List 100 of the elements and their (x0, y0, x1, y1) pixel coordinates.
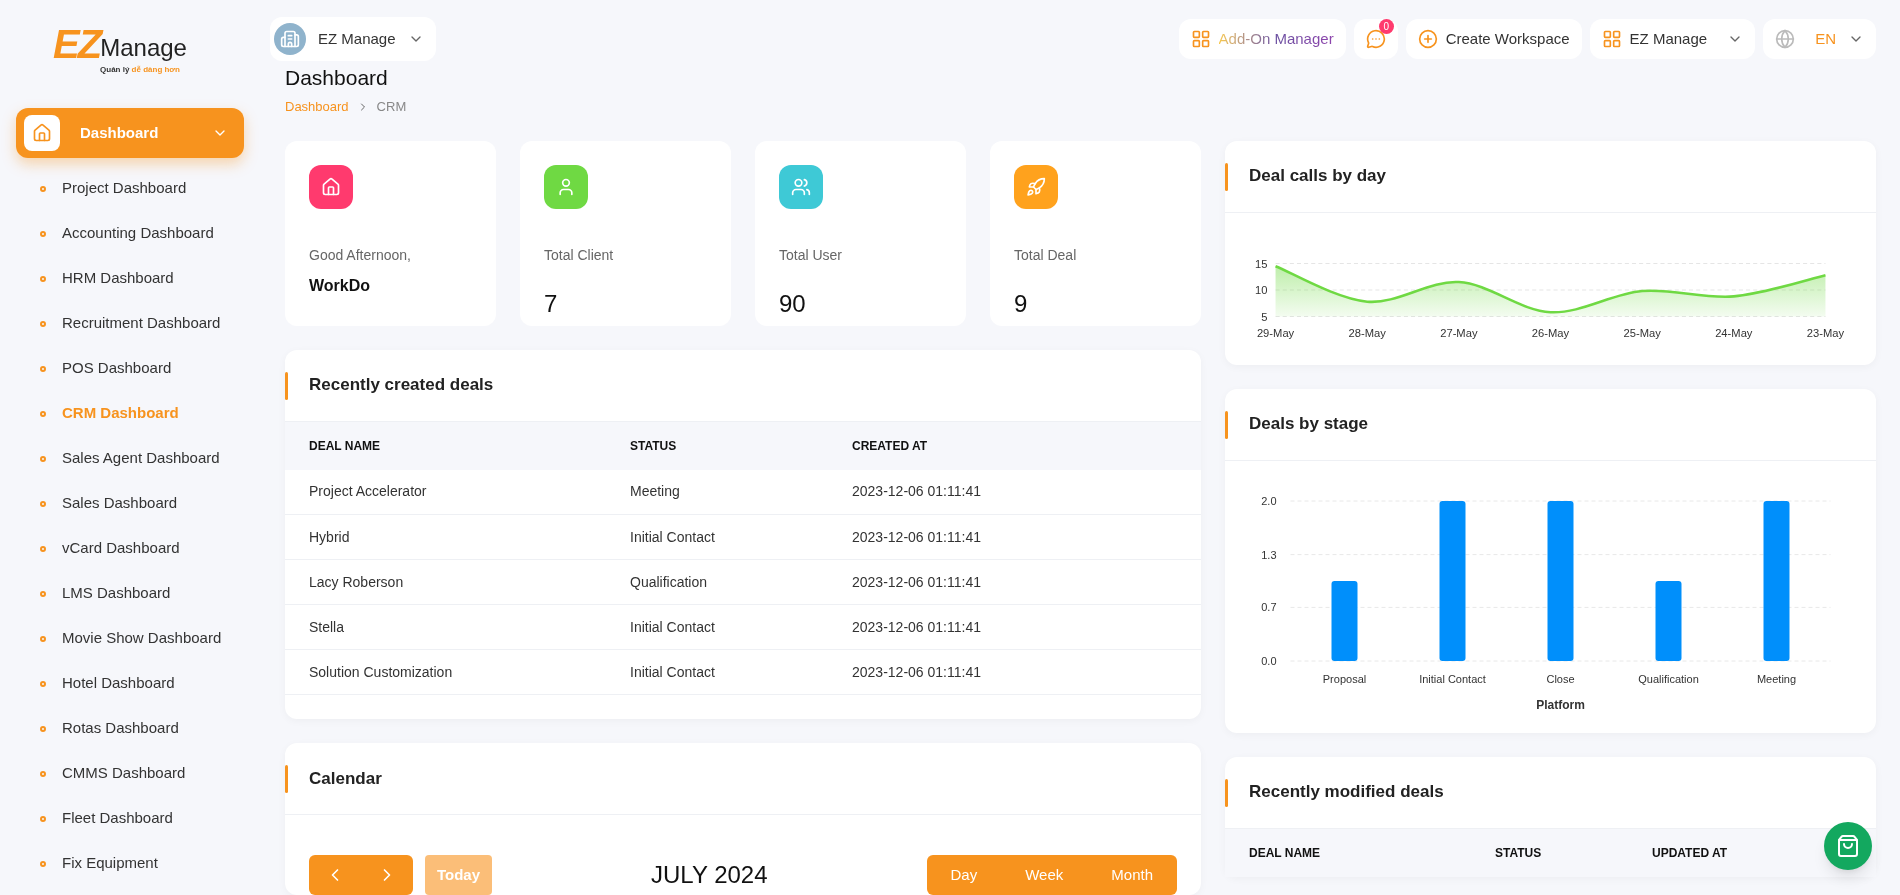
x-tick-label: 28-May (1348, 326, 1386, 339)
globe-icon (1775, 28, 1796, 49)
table-cell: Hybrid (285, 514, 630, 560)
grid-icon (1190, 28, 1211, 49)
bullet-icon (40, 275, 46, 282)
sidebar-item[interactable]: vCard Dashboard (16, 526, 244, 571)
x-tick-label: Close (1546, 672, 1575, 685)
y-tick-label: 1.3 (1261, 548, 1277, 561)
sidebar-item[interactable]: POS Dashboard (16, 346, 244, 391)
card-title: Deal calls by day (1249, 165, 1387, 188)
y-tick-label: 2.0 (1261, 494, 1277, 507)
bullet-icon (40, 635, 46, 642)
building-icon (280, 28, 300, 49)
table-cell: Initial Contact (630, 514, 852, 560)
table-cell: Solution Customization (285, 649, 630, 695)
table-cell: 2023-12-06 01:11:41 (852, 559, 1201, 605)
sidebar-item[interactable]: Accounting Dashboard (16, 211, 244, 256)
brand-logo[interactable]: EZManage Quản lý dễ dàng hơn (40, 0, 200, 108)
stat-label: Total Deal (1014, 245, 1078, 265)
card-title: Recently modified deals (1249, 781, 1444, 804)
create-workspace-button[interactable]: Create Workspace (1405, 18, 1582, 59)
logo-mark: EZ (53, 24, 101, 64)
x-tick-label: 25-May (1623, 326, 1661, 339)
sidebar-item[interactable]: Movie Show Dashboard (16, 616, 244, 661)
calendar-title: JULY 2024 (651, 860, 768, 890)
stat-label: Total User (779, 245, 844, 265)
bullet-icon (40, 410, 46, 417)
sidebar-item[interactable]: CMMS Dashboard (16, 751, 244, 796)
bullet-icon (40, 320, 46, 327)
x-tick-label: 24-May (1715, 326, 1753, 339)
x-tick-label: Meeting (1756, 672, 1797, 685)
table-cell: Meeting (630, 469, 852, 515)
stat-value: 9 (1014, 288, 1029, 319)
table-cell: Project Accelerator (285, 469, 630, 515)
table-cell: 2023-12-06 01:11:41 (852, 649, 1201, 695)
table-cell: Initial Contact (630, 604, 852, 650)
bullet-icon (40, 185, 46, 192)
column-header: DEAL NAME (1249, 844, 1322, 862)
stat-value: 7 (544, 288, 559, 319)
shopping-bag-icon (1836, 834, 1860, 858)
x-tick-label: 27-May (1440, 326, 1478, 339)
bullet-icon (40, 815, 46, 822)
table-cell: Stella (285, 604, 630, 650)
stat-value: 90 (779, 288, 807, 319)
sidebar-item[interactable]: Recruitment Dashboard (16, 301, 244, 346)
logo-tagline: Quản lý dễ dàng hơn (100, 64, 180, 76)
users-icon (791, 176, 811, 197)
sidebar-item[interactable]: Sales Dashboard (16, 481, 244, 526)
y-tick-label: 10 (1254, 283, 1268, 296)
sidebar-item[interactable]: Rotas Dashboard (16, 706, 244, 751)
x-tick-label: Proposal (1322, 672, 1367, 685)
x-axis-title: Platform (1536, 697, 1585, 712)
table-cell: Qualification (630, 559, 852, 605)
sidebar-item[interactable]: Fleet Dashboard (16, 796, 244, 841)
bullet-icon (40, 230, 46, 237)
table-cell: 2023-12-06 01:11:41 (852, 469, 1201, 515)
addon-manager-button[interactable]: Add-On Manager (1178, 18, 1346, 59)
y-tick-label: 0.0 (1261, 654, 1277, 667)
workspace-menu[interactable]: EZ Manage (1589, 18, 1756, 59)
logo-text: Manage (100, 36, 187, 60)
table-cell: 2023-12-06 01:11:41 (852, 514, 1201, 560)
y-tick-label: 5 (1261, 310, 1268, 323)
chat-icon (1365, 28, 1386, 49)
bullet-icon (40, 365, 46, 372)
notification-badge: 0 (1378, 18, 1394, 34)
column-header: DEAL NAME (285, 421, 630, 470)
stat-label: Total Client (544, 245, 615, 265)
table-cell: Initial Contact (630, 649, 852, 695)
user-icon (556, 176, 576, 197)
sidebar-item[interactable]: Sales Agent Dashboard (16, 436, 244, 481)
column-header: UPDATED AT (1652, 844, 1728, 862)
sidebar-item[interactable]: LMS Dashboard (16, 571, 244, 616)
page-title: Dashboard (285, 64, 389, 91)
home-icon (321, 176, 341, 197)
bullet-icon (40, 680, 46, 687)
bullet-icon (40, 590, 46, 597)
x-tick-label: Initial Contact (1419, 672, 1486, 685)
card-title: Calendar (309, 767, 382, 790)
card-title: Deals by stage (1249, 413, 1369, 436)
bullet-icon (40, 860, 46, 867)
workspace-switcher[interactable]: EZ Manage (270, 16, 436, 61)
bullet-icon (40, 455, 46, 462)
column-header: STATUS (630, 421, 852, 470)
grid-icon (1601, 28, 1622, 49)
plus-circle-icon (1417, 28, 1438, 49)
column-header: STATUS (1495, 844, 1543, 862)
x-tick-label: 26-May (1531, 326, 1570, 339)
column-header: CREATED AT (852, 421, 1201, 470)
bullet-icon (40, 500, 46, 507)
home-icon (32, 123, 52, 143)
table-cell: Lacy Roberson (285, 559, 630, 605)
card-title: Recently created deals (309, 374, 494, 397)
y-tick-label: 0.7 (1261, 600, 1277, 613)
sidebar-item[interactable]: Hotel Dashboard (16, 661, 244, 706)
user-name: WorkDo (309, 275, 372, 296)
sidebar-item[interactable]: Fix Equipment (16, 841, 244, 886)
sidebar-item[interactable]: Project Dashboard (16, 166, 244, 211)
sidebar-item[interactable]: HRM Dashboard (16, 256, 244, 301)
table-cell: 2023-12-06 01:11:41 (852, 604, 1201, 650)
x-tick-label: 23-May (1806, 326, 1845, 339)
